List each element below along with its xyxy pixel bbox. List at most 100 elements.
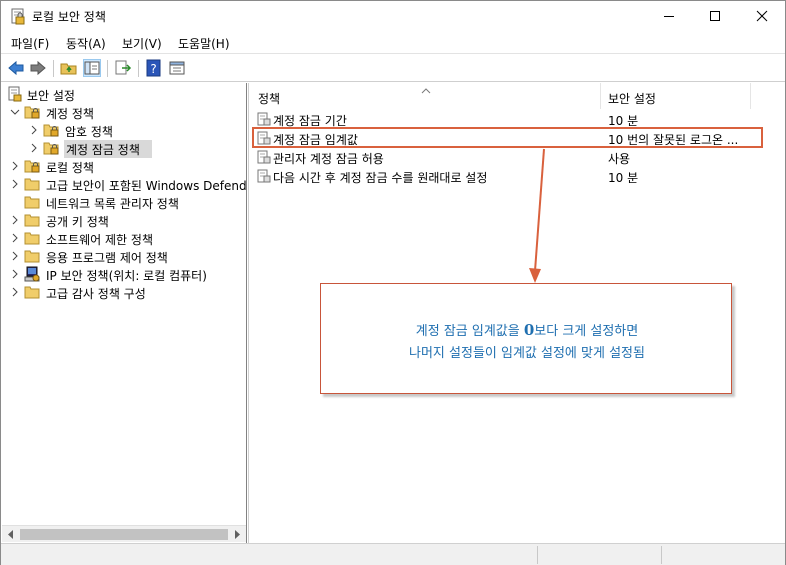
tree-item-label: 공개 키 정책 [46, 215, 109, 229]
local-security-policy-window: 로컬 보안 정책 파일(F) 동작(A) 보기(V) 도움말(H) ? 보안 설… [0, 0, 786, 565]
toolbar-separator [138, 60, 139, 77]
locked-folder-icon [43, 140, 60, 156]
help-icon[interactable]: ? [145, 59, 163, 77]
tree-item-label: 소프트웨어 제한 정책 [46, 233, 153, 247]
title-bar: 로컬 보안 정책 [1, 1, 785, 32]
tree-item-label: 계정 정책 [46, 107, 94, 121]
tree-horizontal-scrollbar[interactable] [2, 525, 246, 542]
properties-icon[interactable] [168, 59, 186, 77]
app-icon [10, 8, 26, 25]
callout-number: 0 [523, 321, 535, 339]
policy-row[interactable]: 관리자 계정 잠금 허용 사용 [249, 148, 786, 166]
tree-item-label: 암호 정책 [65, 125, 113, 139]
folder-icon [24, 212, 41, 228]
policy-name: 다음 시간 후 계정 잠금 수를 원래대로 설정 [273, 171, 488, 185]
policy-row[interactable]: 계정 잠금 기간 10 분 [249, 110, 786, 128]
chevron-right-icon[interactable] [10, 268, 20, 280]
close-button[interactable] [739, 1, 785, 31]
up-folder-icon[interactable] [60, 59, 78, 77]
tree-item-label: 응용 프로그램 제어 정책 [46, 251, 168, 265]
policy-value: 10 분 [608, 171, 639, 185]
column-divider[interactable] [600, 83, 601, 109]
folder-icon [24, 176, 41, 192]
tree-item-software-restriction[interactable]: 소프트웨어 제한 정책 [2, 230, 242, 248]
menu-help[interactable]: 도움말(H) [178, 35, 230, 52]
annotation-arrow [529, 148, 545, 283]
chevron-right-icon[interactable] [10, 214, 20, 226]
policy-value: 사용 [608, 152, 631, 166]
tree-item-label: 계정 잠금 정책 [66, 143, 140, 157]
callout-text: 계정 잠금 임계값을 [415, 324, 524, 339]
menu-view[interactable]: 보기(V) [122, 35, 162, 52]
tree-item-application-control[interactable]: 응용 프로그램 제어 정책 [2, 248, 242, 266]
menu-action[interactable]: 동작(A) [66, 35, 106, 52]
tree-item-windows-defender-firewall[interactable]: 고급 보안이 포함된 Windows Defender [2, 176, 247, 194]
tree-item-label: 로컬 정책 [46, 161, 94, 175]
tree-root[interactable]: 보안 설정 [2, 86, 242, 104]
tree-item-account-policies[interactable]: 계정 정책 [2, 104, 242, 122]
tree-item-advanced-audit[interactable]: 고급 감사 정책 구성 [2, 284, 242, 302]
chevron-right-icon[interactable] [10, 286, 20, 298]
minimize-button[interactable] [646, 1, 692, 31]
callout-line-2: 나머지 설정들이 임계값 설정에 맞게 설정됨 [409, 346, 645, 361]
status-bar [1, 543, 785, 565]
tree-item-label: IP 보안 정책(위치: 로컬 컴퓨터) [46, 269, 207, 283]
sort-ascending-icon [421, 83, 431, 97]
tree-item-password-policy[interactable]: 암호 정책 [2, 122, 242, 140]
maximize-icon [710, 11, 720, 21]
tree-item-label: 고급 보안이 포함된 Windows Defender [46, 179, 247, 193]
tree-root-label: 보안 설정 [27, 89, 75, 103]
chevron-right-icon[interactable] [10, 160, 20, 172]
tree-item-label: 네트워크 목록 관리자 정책 [46, 197, 179, 211]
status-divider [661, 546, 662, 564]
scroll-thumb[interactable] [20, 529, 228, 540]
svg-text:?: ? [150, 62, 156, 76]
folder-icon [24, 248, 41, 264]
tree-item-network-list-manager[interactable]: 네트워크 목록 관리자 정책 [2, 194, 242, 212]
export-list-icon[interactable] [114, 59, 132, 77]
ip-security-icon [24, 266, 41, 282]
show-hide-tree-icon[interactable] [83, 59, 101, 77]
menu-file[interactable]: 파일(F) [11, 35, 49, 52]
menu-bar: 파일(F) 동작(A) 보기(V) 도움말(H) [1, 32, 785, 53]
folder-icon [24, 284, 41, 300]
policy-name: 관리자 계정 잠금 허용 [273, 152, 384, 166]
folder-icon [24, 194, 41, 210]
minimize-icon [664, 16, 674, 17]
close-icon [756, 10, 768, 22]
scroll-right-icon[interactable] [233, 529, 241, 543]
maximize-button[interactable] [692, 1, 738, 31]
tree-pane: 보안 설정 계정 정책 암호 정책 계정 잠금 정책 로컬 정책 고급 보안이 … [2, 83, 247, 543]
annotation-callout: 계정 잠금 임계값을 0보다 크게 설정하면 나머지 설정들이 임계값 설정에 … [320, 283, 732, 394]
forward-icon[interactable] [29, 59, 47, 77]
tree-item-local-policies[interactable]: 로컬 정책 [2, 158, 242, 176]
tree-item-ip-security[interactable]: IP 보안 정책(위치: 로컬 컴퓨터) [2, 266, 242, 284]
policy-icon [257, 169, 271, 183]
locked-folder-icon [24, 104, 41, 120]
back-icon[interactable] [7, 59, 25, 77]
toolbar: ? [1, 53, 785, 82]
tree-item-public-key-policies[interactable]: 공개 키 정책 [2, 212, 242, 230]
chevron-right-icon[interactable] [10, 250, 20, 262]
callout-text: 보다 크게 설정하면 [534, 324, 639, 339]
tree-item-account-lockout-policy[interactable]: 계정 잠금 정책 [2, 140, 242, 158]
chevron-right-icon[interactable] [10, 232, 20, 244]
column-divider[interactable] [750, 83, 751, 109]
policy-icon [257, 112, 271, 126]
locked-folder-icon [24, 158, 41, 174]
tree-item-label: 고급 감사 정책 구성 [46, 287, 146, 301]
policy-icon [257, 150, 271, 164]
chevron-down-icon[interactable] [10, 106, 20, 118]
chevron-right-icon[interactable] [10, 178, 20, 190]
security-settings-icon [7, 86, 24, 102]
callout-line-1: 계정 잠금 임계값을 0보다 크게 설정하면 [321, 320, 733, 339]
toolbar-separator [107, 60, 108, 77]
policy-row[interactable]: 다음 시간 후 계정 잠금 수를 원래대로 설정 10 분 [249, 167, 786, 185]
highlight-box [252, 127, 763, 148]
chevron-right-icon[interactable] [29, 142, 39, 154]
scroll-left-icon[interactable] [7, 529, 15, 543]
folder-icon [24, 230, 41, 246]
toolbar-separator [53, 60, 54, 77]
status-divider [537, 546, 538, 564]
chevron-right-icon[interactable] [29, 124, 39, 136]
